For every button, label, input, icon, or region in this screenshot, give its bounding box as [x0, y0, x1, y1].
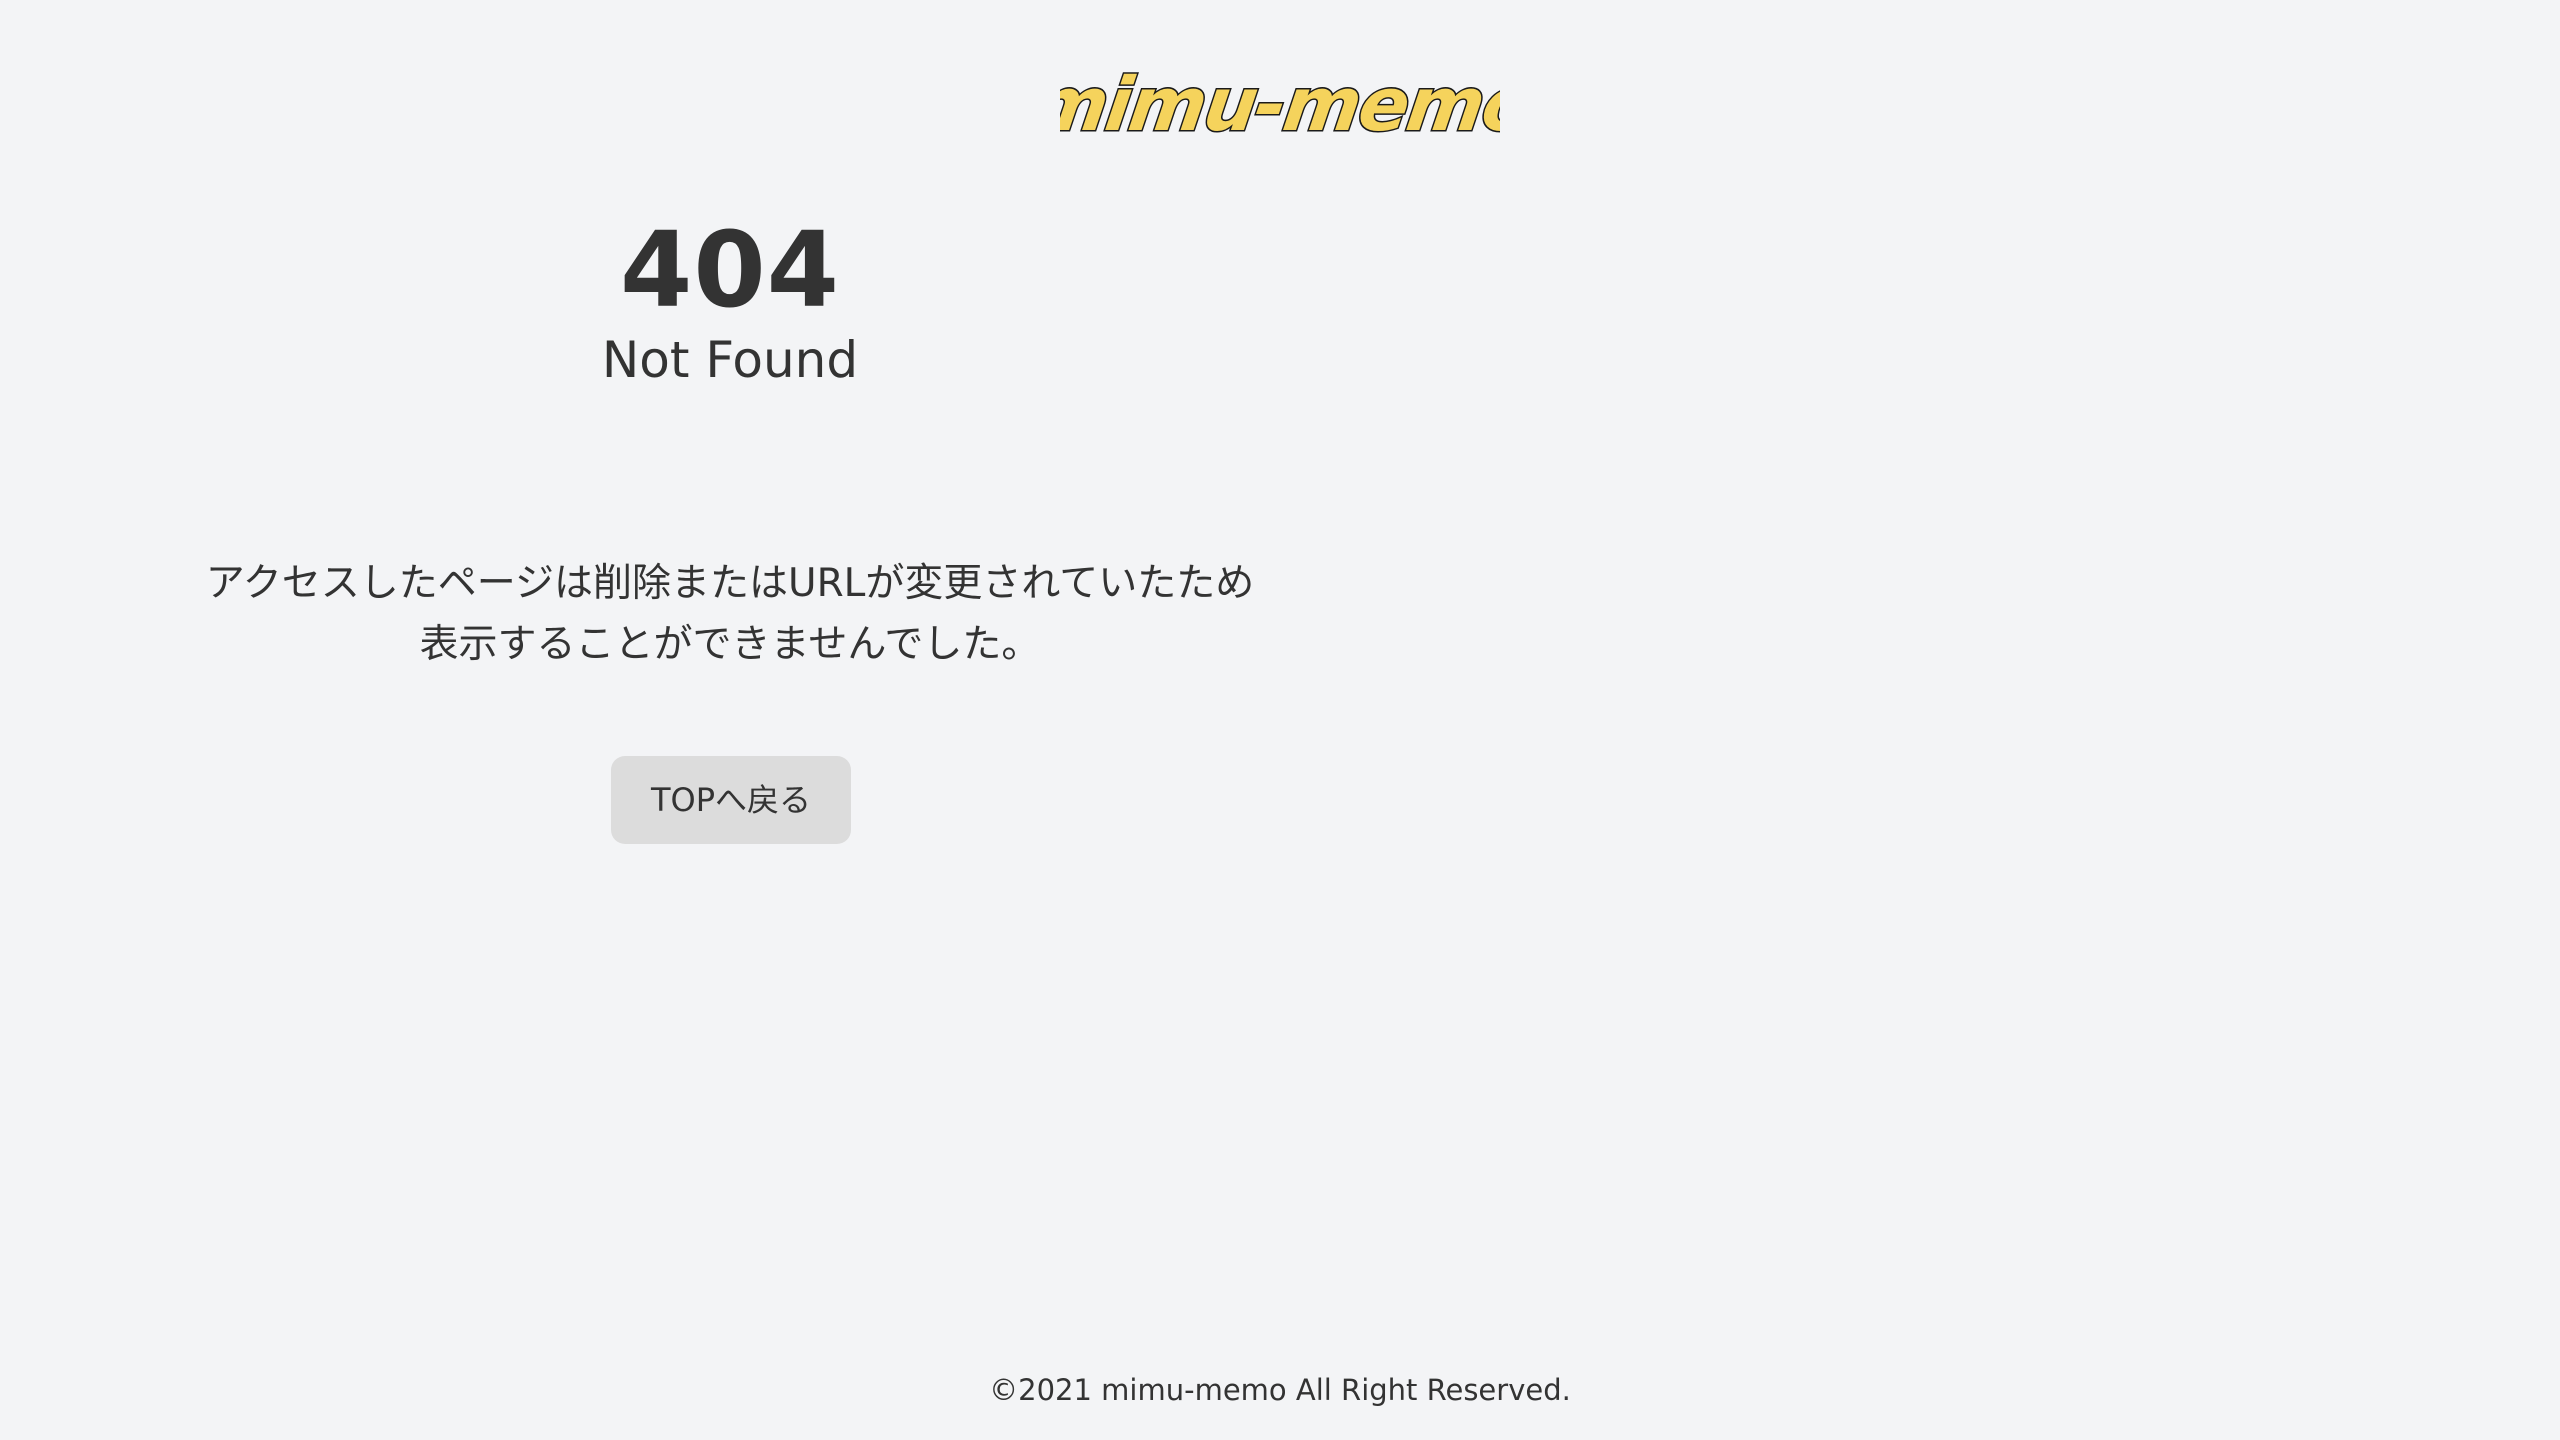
logo-wordmark: mimu-memo [1060, 60, 1500, 150]
error-message-line-2: 表示することができませんでした。 [419, 622, 1041, 667]
error-heading: 404 Not Found [480, 200, 980, 390]
error-message-line-1: アクセスしたページは削除またはURLが変更されていたため [205, 561, 1255, 606]
back-to-top-button[interactable]: TOPへ戻る [611, 756, 851, 844]
footer-copyright: ©2021 mimu-memo All Right Reserved. [989, 1373, 1571, 1407]
logo-text: mimu-memo [1060, 61, 1500, 148]
error-title: Not Found [601, 331, 859, 389]
error-message: アクセスしたページは削除またはURLが変更されていたため 表示することができませ… [130, 553, 1330, 675]
site-logo[interactable]: mimu-memo [1060, 58, 1500, 158]
error-code: 404 [619, 209, 841, 331]
